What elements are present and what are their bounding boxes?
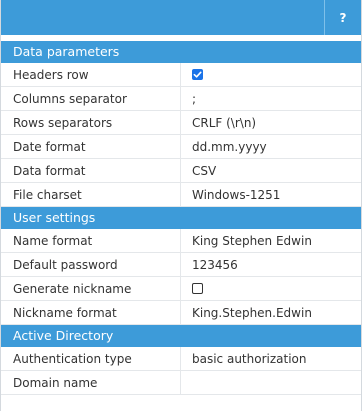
row-headers-row: Headers row	[1, 63, 361, 87]
value-date-format[interactable]: dd.mm.yyyy	[181, 135, 361, 158]
row-generate-nickname: Generate nickname	[1, 277, 361, 301]
value-rows-separators[interactable]: CRLF (\r\n)	[181, 111, 361, 134]
row-default-password: Default password 123456	[1, 253, 361, 277]
value-headers-row[interactable]	[181, 63, 361, 86]
label-nickname-format: Nickname format	[1, 301, 181, 324]
value-domain-name[interactable]	[181, 371, 361, 394]
label-data-format: Data format	[1, 159, 181, 182]
property-grid: Data parameters Headers row Columns sepa…	[1, 41, 361, 395]
row-rows-separators: Rows separators CRLF (\r\n)	[1, 111, 361, 135]
headers-row-checkbox[interactable]	[192, 69, 203, 80]
label-name-format: Name format	[1, 229, 181, 252]
value-authentication-type[interactable]: basic authorization	[181, 347, 361, 370]
label-file-charset: File charset	[1, 183, 181, 206]
row-name-format: Name format King Stephen Edwin	[1, 229, 361, 253]
checkmark-icon	[193, 71, 202, 78]
value-generate-nickname[interactable]	[181, 277, 361, 300]
label-default-password: Default password	[1, 253, 181, 276]
value-default-password[interactable]: 123456	[181, 253, 361, 276]
value-name-format[interactable]: King Stephen Edwin	[181, 229, 361, 252]
section-header-active-directory[interactable]: Active Directory	[1, 325, 361, 347]
settings-panel: ? Data parameters Headers row Columns se…	[0, 0, 362, 411]
generate-nickname-checkbox[interactable]	[192, 283, 203, 294]
row-file-charset: File charset Windows-1251	[1, 183, 361, 207]
label-authentication-type: Authentication type	[1, 347, 181, 370]
row-domain-name: Domain name	[1, 371, 361, 395]
help-icon: ?	[339, 10, 347, 25]
value-nickname-format[interactable]: King.Stephen.Edwin	[181, 301, 361, 324]
value-data-format[interactable]: CSV	[181, 159, 361, 182]
row-date-format: Date format dd.mm.yyyy	[1, 135, 361, 159]
row-authentication-type: Authentication type basic authorization	[1, 347, 361, 371]
help-button[interactable]: ?	[324, 0, 361, 35]
label-rows-separators: Rows separators	[1, 111, 181, 134]
label-headers-row: Headers row	[1, 63, 181, 86]
label-generate-nickname: Generate nickname	[1, 277, 181, 300]
top-toolbar: ?	[1, 0, 361, 35]
label-domain-name: Domain name	[1, 371, 181, 394]
section-header-user-settings[interactable]: User settings	[1, 207, 361, 229]
value-columns-separator[interactable]: ;	[181, 87, 361, 110]
row-data-format: Data format CSV	[1, 159, 361, 183]
row-nickname-format: Nickname format King.Stephen.Edwin	[1, 301, 361, 325]
label-columns-separator: Columns separator	[1, 87, 181, 110]
section-header-data-parameters[interactable]: Data parameters	[1, 41, 361, 63]
value-file-charset[interactable]: Windows-1251	[181, 183, 361, 206]
row-columns-separator: Columns separator ;	[1, 87, 361, 111]
label-date-format: Date format	[1, 135, 181, 158]
